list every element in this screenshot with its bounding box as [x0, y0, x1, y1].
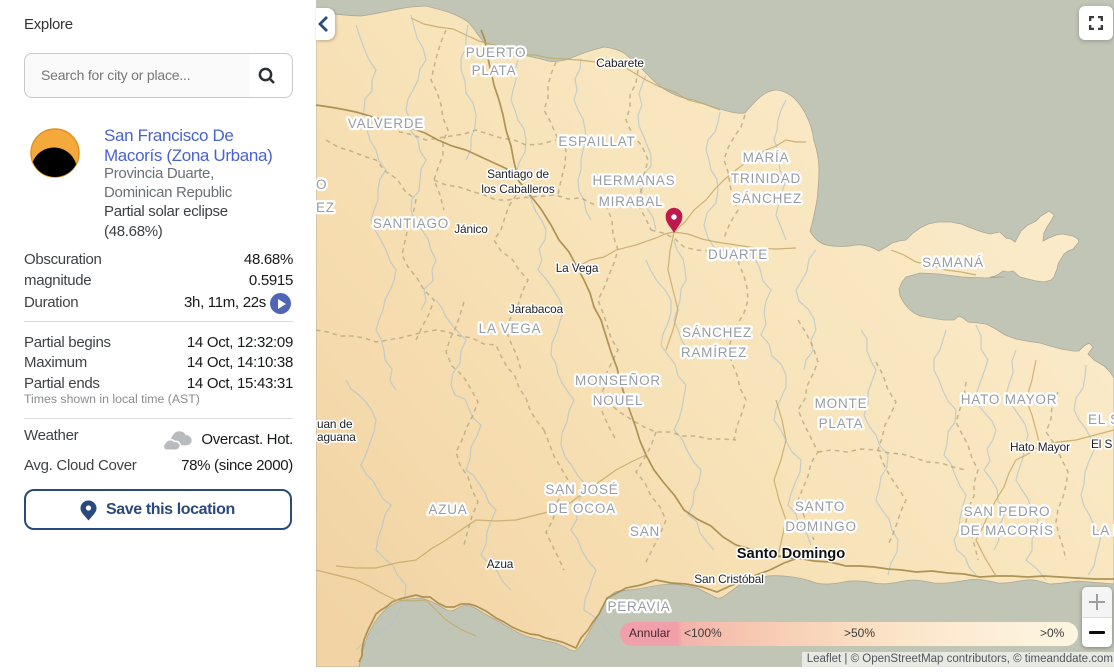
svg-text:Azua: Azua — [487, 557, 514, 571]
svg-text:PLATA: PLATA — [819, 416, 864, 431]
svg-text:LA R: LA R — [1092, 523, 1114, 538]
svg-text:La Vega: La Vega — [556, 261, 599, 275]
svg-text:PLATA: PLATA — [472, 63, 517, 78]
svg-text:VALVERDE: VALVERDE — [348, 116, 424, 131]
svg-text:SAN JOSÉ: SAN JOSÉ — [545, 482, 618, 497]
svg-text:Santo Domingo: Santo Domingo — [737, 546, 846, 562]
svg-text:uan de: uan de — [317, 417, 353, 431]
svg-text:EZ: EZ — [316, 200, 335, 215]
svg-text:AZUA: AZUA — [428, 502, 467, 517]
svg-text:SANTO: SANTO — [795, 499, 845, 514]
svg-text:MIRABAL: MIRABAL — [599, 194, 664, 209]
svg-text:SÁNCHEZ: SÁNCHEZ — [682, 325, 752, 340]
svg-text:SAN PEDRO: SAN PEDRO — [964, 504, 1051, 519]
svg-text:DUARTE: DUARTE — [708, 247, 768, 262]
svg-text:HERMANAS: HERMANAS — [593, 173, 676, 188]
svg-text:Jarabacoa: Jarabacoa — [509, 302, 564, 316]
svg-text:MARÍA: MARÍA — [743, 150, 790, 165]
svg-text:aguana: aguana — [317, 430, 356, 444]
svg-text:DE MACORÍS: DE MACORÍS — [960, 523, 1054, 538]
svg-text:MONTE: MONTE — [815, 396, 868, 411]
svg-text:DOMINGO: DOMINGO — [785, 519, 857, 534]
svg-text:SAMANÁ: SAMANÁ — [922, 255, 984, 270]
svg-text:DE OCOA: DE OCOA — [548, 501, 616, 516]
svg-text:Santiago de: Santiago de — [487, 167, 549, 181]
svg-text:Cabarete: Cabarete — [596, 56, 644, 70]
svg-text:SÁNCHEZ: SÁNCHEZ — [732, 191, 802, 206]
svg-text:TRINIDAD: TRINIDAD — [731, 171, 801, 186]
svg-text:NOUEL: NOUEL — [593, 393, 644, 408]
svg-text:O: O — [316, 177, 327, 192]
svg-text:PERAVIA: PERAVIA — [607, 599, 670, 614]
svg-text:LA VEGA: LA VEGA — [479, 321, 542, 336]
svg-text:SAN: SAN — [630, 524, 660, 539]
svg-text:EL SE: EL SE — [1088, 412, 1114, 427]
svg-text:SANTIAGO: SANTIAGO — [373, 216, 449, 231]
svg-text:Hato Mayor: Hato Mayor — [1010, 440, 1070, 454]
svg-text:ESPAILLAT: ESPAILLAT — [558, 134, 635, 149]
svg-text:los Caballeros: los Caballeros — [481, 182, 555, 196]
svg-text:RAMÍREZ: RAMÍREZ — [681, 345, 747, 360]
svg-text:HATO MAYOR: HATO MAYOR — [961, 392, 1058, 407]
svg-text:Jánico: Jánico — [454, 222, 488, 236]
svg-text:San Cristóbal: San Cristóbal — [694, 572, 764, 586]
svg-text:MONSEÑOR: MONSEÑOR — [575, 373, 661, 388]
svg-text:PUERTO: PUERTO — [466, 45, 527, 60]
svg-text:El S: El S — [1091, 437, 1112, 451]
